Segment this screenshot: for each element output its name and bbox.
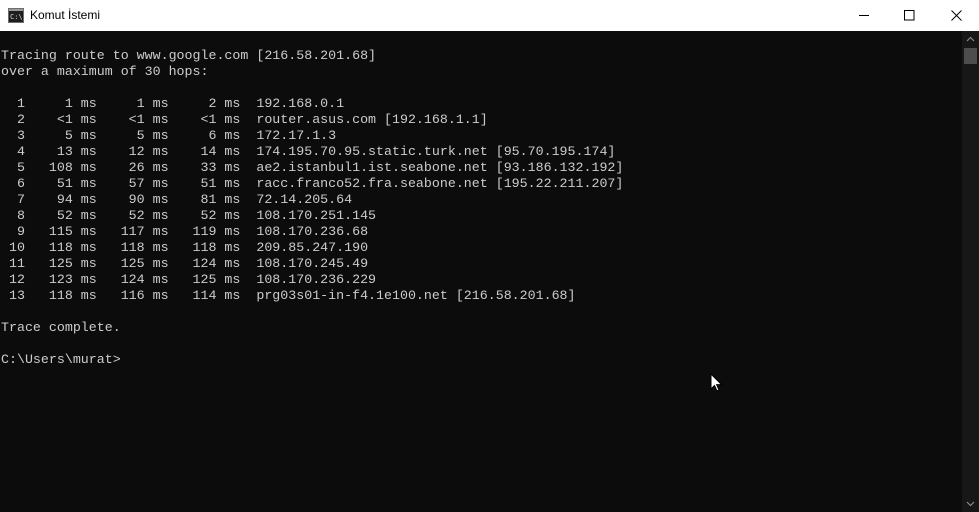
vertical-scrollbar[interactable] [962, 31, 979, 512]
maximize-icon [904, 10, 915, 21]
hop-line: 12 123 ms 124 ms 125 ms 108.170.236.229 [1, 272, 377, 287]
chevron-up-icon [966, 36, 975, 42]
window-title: Komut İstemi [30, 8, 101, 22]
hop-line: 9 115 ms 117 ms 119 ms 108.170.236.68 [1, 224, 369, 239]
console-output[interactable]: Tracing route to www.google.com [216.58.… [0, 31, 962, 512]
close-button[interactable] [933, 0, 979, 31]
command-prompt-window: C:\ Komut İstemi Tracing route to www.go… [0, 0, 979, 512]
trace-header-line: over a maximum of 30 hops: [1, 64, 209, 79]
trace-complete-line: Trace complete. [1, 320, 121, 335]
hop-line: 5 108 ms 26 ms 33 ms ae2.istanbul1.ist.s… [1, 160, 624, 175]
trace-header-line: Tracing route to www.google.com [216.58.… [1, 48, 377, 63]
scroll-down-button[interactable] [962, 495, 979, 512]
hop-line: 8 52 ms 52 ms 52 ms 108.170.251.145 [1, 208, 377, 223]
hop-line: 3 5 ms 5 ms 6 ms 172.17.1.3 [1, 128, 337, 143]
hop-line: 7 94 ms 90 ms 81 ms 72.14.205.64 [1, 192, 353, 207]
hop-line: 4 13 ms 12 ms 14 ms 174.195.70.95.static… [1, 144, 616, 159]
chevron-down-icon [966, 501, 975, 507]
svg-text:C:\: C:\ [10, 13, 23, 21]
mouse-pointer-icon [710, 372, 724, 393]
console-icon[interactable]: C:\ [8, 8, 24, 23]
console-text: Tracing route to www.google.com [216.58.… [1, 48, 623, 368]
minimize-button[interactable] [841, 0, 887, 31]
hop-line: 11 125 ms 125 ms 124 ms 108.170.245.49 [1, 256, 369, 271]
maximize-button[interactable] [886, 0, 932, 31]
minimize-icon [859, 15, 869, 16]
hop-line: 1 1 ms 1 ms 2 ms 192.168.0.1 [1, 96, 345, 111]
command-prompt[interactable]: C:\Users\murat> [1, 352, 623, 368]
hop-line: 10 118 ms 118 ms 118 ms 209.85.247.190 [1, 240, 369, 255]
close-icon [951, 10, 962, 21]
hop-line: 2 <1 ms <1 ms <1 ms router.asus.com [192… [1, 112, 488, 127]
scroll-up-button[interactable] [962, 31, 979, 48]
hop-line: 13 118 ms 116 ms 114 ms prg03s01-in-f4.1… [1, 288, 576, 303]
hop-line: 6 51 ms 57 ms 51 ms racc.franco52.fra.se… [1, 176, 624, 191]
scroll-thumb[interactable] [964, 48, 977, 64]
title-bar[interactable]: C:\ Komut İstemi [0, 0, 979, 31]
